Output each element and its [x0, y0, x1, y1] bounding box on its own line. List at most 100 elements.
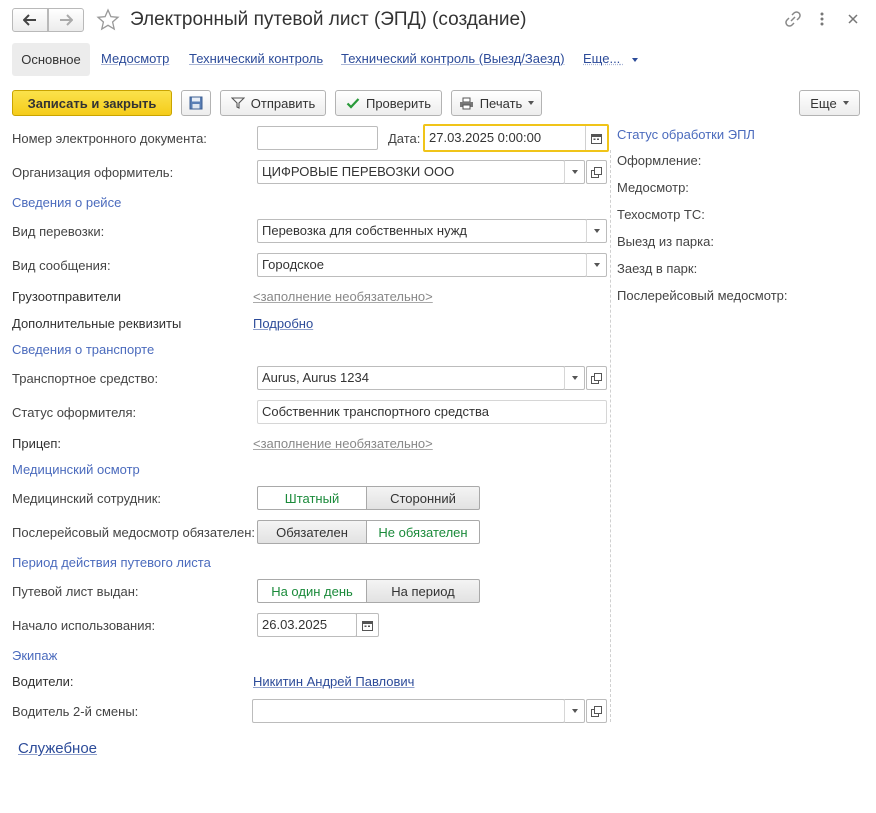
chevron-down-icon [571, 170, 578, 174]
message-kind-label: Вид сообщения: [12, 258, 111, 273]
forward-button[interactable] [48, 8, 84, 32]
post-trip-label: Послерейсовый медосмотр обязателен: [12, 525, 256, 540]
org-input[interactable]: ЦИФРОВЫЕ ПЕРЕВОЗКИ ООО [257, 160, 565, 184]
shippers-placeholder-link[interactable]: <заполнение необязательно> [253, 289, 433, 304]
tab-more-label: Еще... [583, 51, 621, 66]
more-button[interactable]: Еще [799, 90, 860, 116]
driver2-label: Водитель 2-й смены: [12, 704, 139, 719]
doc-number-input[interactable] [257, 126, 378, 150]
vehicle-input[interactable]: Aurus, Aurus 1234 [257, 366, 565, 390]
send-button[interactable]: Отправить [220, 90, 326, 116]
driver2-dropdown-button[interactable] [564, 699, 585, 723]
transport-kind-select[interactable]: Перевозка для собственных нужд [257, 219, 587, 243]
doc-number-label: Номер электронного документа: [12, 131, 207, 146]
arrow-right-icon [60, 14, 73, 26]
start-date-input[interactable]: 26.03.2025 [257, 613, 357, 637]
med-worker-external-option[interactable]: Сторонний [366, 486, 480, 510]
extra-requisites-label: Дополнительные реквизиты [12, 316, 182, 331]
more-label: Еще [810, 95, 837, 111]
filter-send-icon [230, 97, 245, 109]
vehicle-label: Транспортное средство: [12, 371, 159, 386]
section-period: Период действия путевого листа [12, 555, 211, 570]
vehicle-dropdown-button[interactable] [564, 366, 585, 390]
print-label: Печать [479, 95, 523, 111]
calendar-icon [362, 620, 373, 631]
issued-period-option[interactable]: На период [366, 579, 480, 603]
status-medical-label: Медосмотр: [617, 180, 689, 195]
check-button[interactable]: Проверить [335, 90, 442, 116]
start-label: Начало использования: [12, 618, 156, 633]
calendar-button[interactable] [585, 126, 607, 150]
shippers-label: Грузоотправители [12, 289, 121, 304]
status-post-trip-medical-label: Послерейсовый медосмотр: [617, 288, 788, 303]
vehicle-open-button[interactable] [586, 366, 607, 390]
chevron-down-icon [593, 263, 600, 267]
trailer-label: Прицеп: [12, 436, 62, 451]
section-crew: Экипаж [12, 648, 58, 663]
checkmark-icon [346, 98, 360, 109]
printer-icon [459, 97, 473, 109]
close-icon[interactable] [846, 10, 860, 31]
med-worker-staff-option[interactable]: Штатный [257, 486, 367, 510]
print-button[interactable]: Печать [451, 90, 542, 116]
column-divider [610, 150, 611, 722]
favorite-star-icon[interactable] [96, 8, 120, 35]
back-button[interactable] [12, 8, 48, 32]
send-label: Отправить [250, 95, 316, 111]
driver2-input[interactable] [252, 699, 565, 723]
start-calendar-button[interactable] [356, 613, 379, 637]
check-label: Проверить [365, 95, 431, 111]
section-trip: Сведения о рейсе [12, 195, 122, 210]
extra-requisites-link[interactable]: Подробно [253, 316, 313, 331]
status-tech-inspection-label: Техосмотр ТС: [617, 207, 705, 222]
org-open-button[interactable] [586, 160, 607, 184]
chevron-down-icon [842, 101, 849, 105]
service-section-link[interactable]: Служебное [18, 740, 97, 757]
tab-more[interactable]: Еще... [583, 51, 638, 66]
post-trip-not-required-option[interactable]: Не обязателен [366, 520, 480, 544]
date-input[interactable]: 27.03.2025 0:00:00 [423, 124, 609, 152]
chevron-down-icon [571, 376, 578, 380]
transport-kind-label: Вид перевозки: [12, 224, 105, 239]
status-registration-label: Оформление: [617, 153, 702, 168]
date-label: Дата: [388, 131, 421, 146]
chevron-down-icon [593, 229, 600, 233]
open-window-icon [591, 372, 602, 384]
tab-tech-control[interactable]: Технический контроль [189, 51, 323, 66]
section-medical: Медицинский осмотр [12, 462, 140, 477]
drivers-label: Водители: [12, 674, 74, 689]
tab-tech-control-departure[interactable]: Технический контроль (Выезд/Заезд) [341, 51, 565, 66]
save-close-button[interactable]: Записать и закрыть [12, 90, 172, 116]
status-panel-title: Статус обработки ЭПЛ [617, 127, 755, 142]
issued-label: Путевой лист выдан: [12, 584, 139, 599]
calendar-icon [591, 133, 602, 144]
issuer-status-label: Статус оформителя: [12, 405, 137, 420]
section-transport: Сведения о транспорте [12, 342, 155, 357]
page-title: Электронный путевой лист (ЭПД) (создание… [130, 9, 527, 30]
driver2-open-button[interactable] [586, 699, 607, 723]
open-window-icon [591, 705, 602, 717]
drivers-link[interactable]: Никитин Андрей Павлович [253, 674, 414, 689]
status-arrival-label: Заезд в парк: [617, 261, 698, 276]
med-worker-label: Медицинский сотрудник: [12, 491, 161, 506]
trailer-placeholder-link[interactable]: <заполнение необязательно> [253, 436, 433, 451]
tab-medical[interactable]: Медосмотр [101, 51, 169, 66]
message-kind-select[interactable]: Городское [257, 253, 587, 277]
issuer-status-field: Собственник транспортного средства [257, 400, 607, 424]
post-trip-required-option[interactable]: Обязателен [257, 520, 367, 544]
save-button[interactable] [181, 90, 211, 116]
message-kind-dropdown-button[interactable] [586, 253, 607, 277]
open-window-icon [591, 166, 602, 178]
floppy-disk-icon [189, 96, 203, 110]
status-departure-label: Выезд из парка: [617, 234, 714, 249]
org-dropdown-button[interactable] [564, 160, 585, 184]
tab-main[interactable]: Основное [12, 43, 90, 76]
transport-kind-dropdown-button[interactable] [586, 219, 607, 243]
org-label: Организация оформитель: [12, 165, 174, 180]
link-icon[interactable] [784, 10, 802, 31]
issued-one-day-option[interactable]: На один день [257, 579, 367, 603]
more-vertical-icon[interactable] [818, 10, 826, 31]
chevron-down-icon [571, 709, 578, 713]
chevron-down-icon [631, 57, 638, 62]
arrow-left-icon [23, 14, 36, 26]
